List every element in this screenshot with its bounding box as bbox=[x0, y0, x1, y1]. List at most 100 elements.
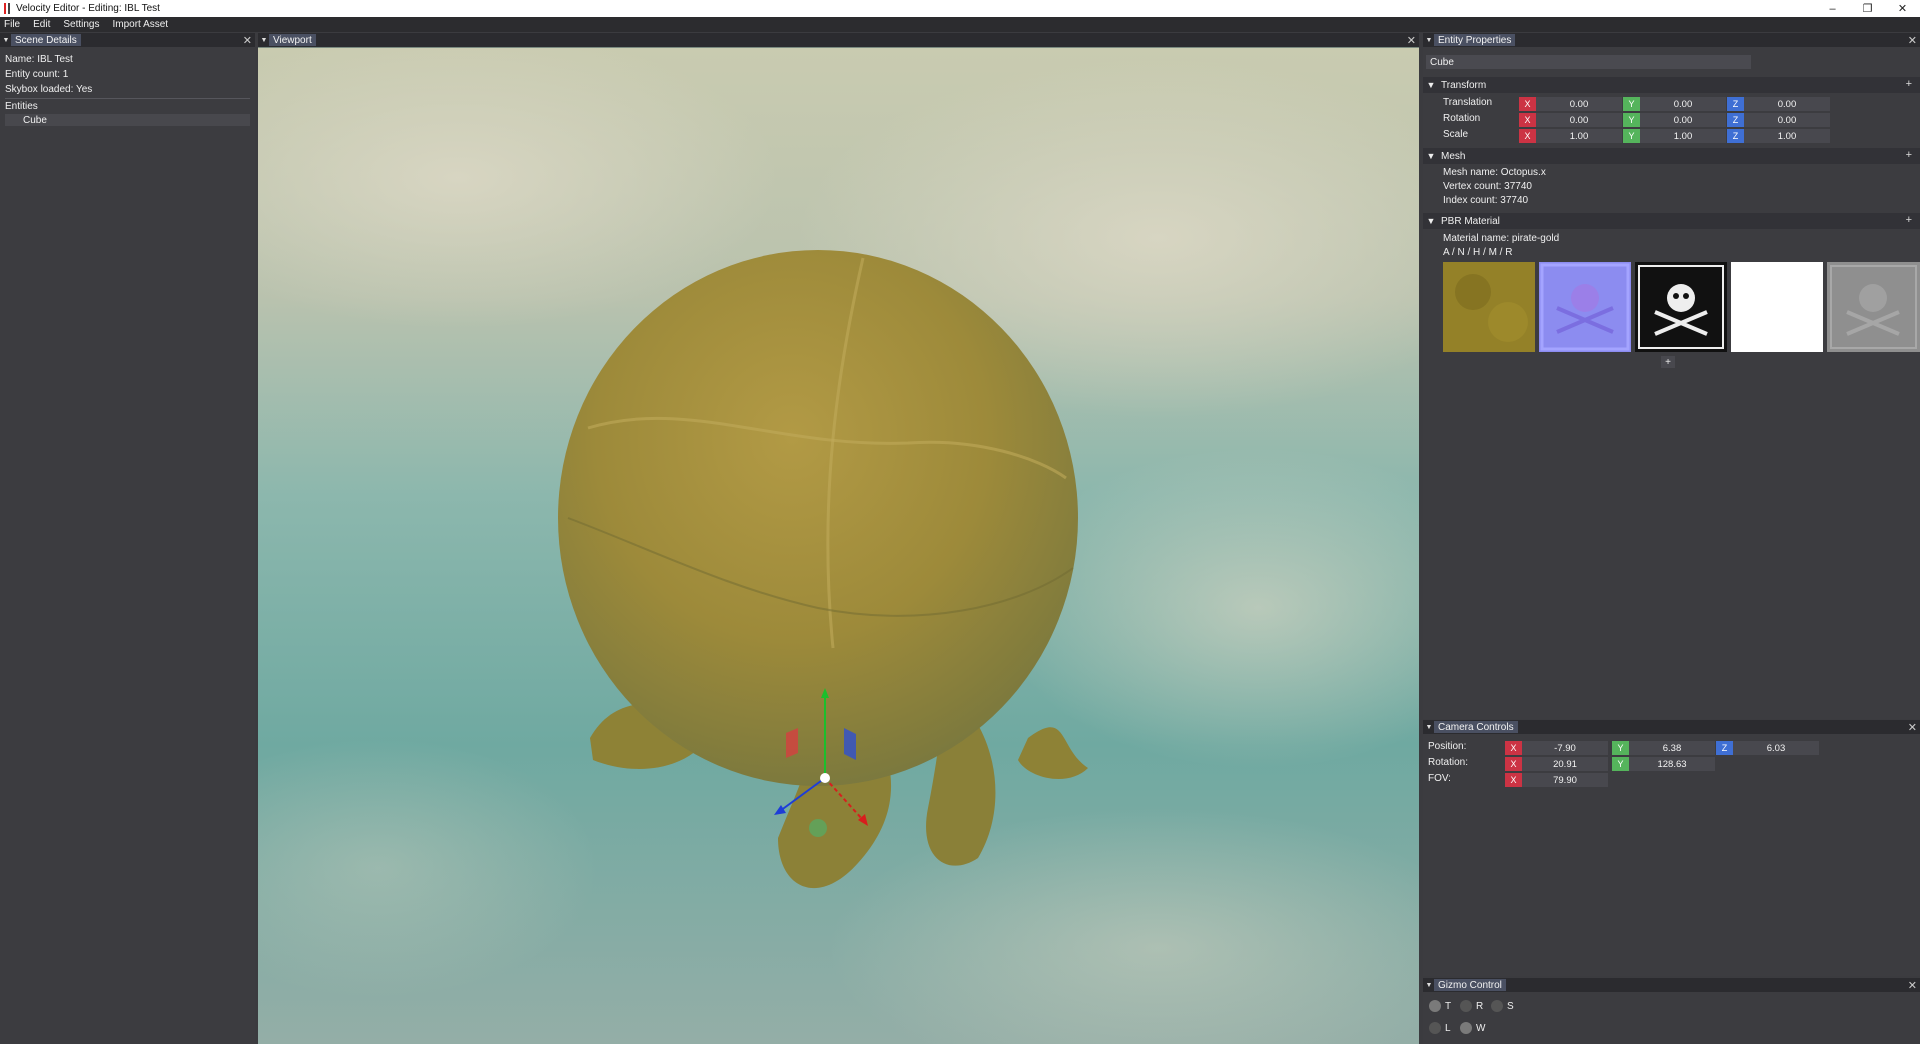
translation-x-field[interactable]: X 0.00 bbox=[1519, 97, 1622, 111]
translation-y-value[interactable]: 0.00 bbox=[1640, 97, 1726, 111]
entity-list-item-label[interactable]: Cube bbox=[23, 115, 47, 126]
entities-heading: Entities bbox=[5, 101, 38, 112]
rotation-y-value[interactable]: 0.00 bbox=[1640, 113, 1726, 127]
collapse-triangle-icon[interactable]: ▼ bbox=[1424, 33, 1434, 47]
x-axis-tag: X bbox=[1519, 129, 1536, 143]
scale-y-field[interactable]: Y 1.00 bbox=[1623, 129, 1726, 143]
camera-position-z-value[interactable]: 6.03 bbox=[1733, 741, 1819, 755]
translation-y-field[interactable]: Y 0.00 bbox=[1623, 97, 1726, 111]
close-icon[interactable]: ✕ bbox=[1908, 978, 1917, 992]
z-axis-tag: Z bbox=[1727, 129, 1744, 143]
z-axis-tag: Z bbox=[1716, 741, 1733, 755]
scene-details-panel: ▼ Scene Details ✕ Name: IBL Test Entity … bbox=[0, 33, 255, 1044]
panel-title[interactable]: Scene Details bbox=[11, 34, 81, 46]
add-icon[interactable]: + bbox=[1906, 214, 1912, 226]
rotation-x-value[interactable]: 0.00 bbox=[1536, 113, 1622, 127]
camera-position-x-value[interactable]: -7.90 bbox=[1522, 741, 1608, 755]
height-texture-thumbnail[interactable] bbox=[1635, 262, 1727, 352]
add-icon[interactable]: + bbox=[1906, 149, 1912, 161]
camera-position-z-field[interactable]: Z 6.03 bbox=[1716, 741, 1819, 755]
x-axis-tag: X bbox=[1519, 97, 1536, 111]
camera-position-label: Position: bbox=[1428, 741, 1467, 752]
panel-title[interactable]: Entity Properties bbox=[1434, 34, 1516, 46]
camera-rotation-x-value[interactable]: 20.91 bbox=[1522, 757, 1608, 771]
close-icon[interactable]: ✕ bbox=[1407, 33, 1416, 47]
panel-title[interactable]: Viewport bbox=[269, 34, 316, 46]
entity-count: Entity count: 1 bbox=[5, 69, 69, 80]
scale-y-value[interactable]: 1.00 bbox=[1640, 129, 1726, 143]
rotation-y-field[interactable]: Y 0.00 bbox=[1623, 113, 1726, 127]
close-icon[interactable]: ✕ bbox=[1908, 720, 1917, 734]
restore-button[interactable]: ❐ bbox=[1850, 0, 1885, 17]
add-icon[interactable]: + bbox=[1906, 78, 1912, 90]
rotation-z-field[interactable]: Z 0.00 bbox=[1727, 113, 1830, 127]
camera-fov-value[interactable]: 79.90 bbox=[1522, 773, 1608, 787]
add-texture-button[interactable]: + bbox=[1661, 356, 1675, 368]
menu-edit[interactable]: Edit bbox=[33, 19, 50, 30]
minimize-button[interactable]: – bbox=[1815, 0, 1850, 17]
gizmo-local-radio[interactable]: L bbox=[1429, 1022, 1451, 1034]
collapse-triangle-icon[interactable]: ▼ bbox=[1424, 720, 1434, 734]
y-axis-tag: Y bbox=[1623, 113, 1640, 127]
y-axis-tag: Y bbox=[1612, 741, 1629, 755]
camera-rotation-y-value[interactable]: 128.63 bbox=[1629, 757, 1715, 771]
radio-label: W bbox=[1476, 1022, 1486, 1034]
index-count: Index count: 37740 bbox=[1443, 195, 1529, 206]
roughness-texture-thumbnail[interactable] bbox=[1827, 262, 1920, 352]
rotation-x-field[interactable]: X 0.00 bbox=[1519, 113, 1622, 127]
collapse-triangle-icon[interactable]: ▼ bbox=[259, 33, 269, 47]
albedo-texture-thumbnail[interactable] bbox=[1443, 262, 1535, 352]
scene-render bbox=[258, 48, 1419, 1044]
menu-import-asset[interactable]: Import Asset bbox=[113, 19, 169, 30]
camera-rotation-x-field[interactable]: X 20.91 bbox=[1505, 757, 1608, 771]
y-axis-tag: Y bbox=[1623, 97, 1640, 111]
close-window-button[interactable]: ✕ bbox=[1885, 0, 1920, 17]
rotation-z-value[interactable]: 0.00 bbox=[1744, 113, 1830, 127]
translation-x-value[interactable]: 0.00 bbox=[1536, 97, 1622, 111]
radio-label: T bbox=[1445, 1000, 1452, 1012]
scale-x-field[interactable]: X 1.00 bbox=[1519, 129, 1622, 143]
translation-z-field[interactable]: Z 0.00 bbox=[1727, 97, 1830, 111]
camera-rotation-y-field[interactable]: Y 128.63 bbox=[1612, 757, 1715, 771]
gizmo-translate-radio[interactable]: T bbox=[1429, 1000, 1451, 1012]
camera-position-y-value[interactable]: 6.38 bbox=[1629, 741, 1715, 755]
menu-bar: File Edit Settings Import Asset bbox=[0, 17, 1920, 32]
camera-position-x-field[interactable]: X -7.90 bbox=[1505, 741, 1608, 755]
z-axis-tag: Z bbox=[1727, 97, 1744, 111]
translation-label: Translation bbox=[1443, 97, 1493, 108]
scale-z-field[interactable]: Z 1.00 bbox=[1727, 129, 1830, 143]
entity-name-input[interactable]: Cube bbox=[1426, 55, 1751, 69]
x-axis-tag: X bbox=[1505, 741, 1522, 755]
panel-title[interactable]: Gizmo Control bbox=[1434, 979, 1506, 991]
panel-title[interactable]: Camera Controls bbox=[1434, 721, 1518, 733]
pbr-material-header[interactable]: ▼ PBR Material + bbox=[1423, 213, 1920, 229]
close-icon[interactable]: ✕ bbox=[243, 33, 252, 47]
viewport-canvas[interactable] bbox=[258, 48, 1419, 1044]
material-name: Material name: pirate-gold bbox=[1443, 233, 1560, 244]
camera-fov-label: FOV: bbox=[1428, 773, 1451, 784]
mesh-name: Mesh name: Octopus.x bbox=[1443, 167, 1546, 178]
vertex-count: Vertex count: 37740 bbox=[1443, 181, 1532, 192]
scale-z-value[interactable]: 1.00 bbox=[1744, 129, 1830, 143]
metallic-texture-thumbnail[interactable] bbox=[1731, 262, 1823, 352]
menu-settings[interactable]: Settings bbox=[63, 19, 99, 30]
scale-x-value[interactable]: 1.00 bbox=[1536, 129, 1622, 143]
camera-fov-field[interactable]: X 79.90 bbox=[1505, 773, 1608, 787]
transform-header[interactable]: ▼ Transform + bbox=[1423, 77, 1920, 93]
collapse-triangle-icon[interactable]: ▼ bbox=[1, 33, 11, 47]
camera-rotation-label: Rotation: bbox=[1428, 757, 1469, 768]
collapse-triangle-icon[interactable]: ▼ bbox=[1424, 978, 1434, 992]
gizmo-world-radio[interactable]: W bbox=[1460, 1022, 1485, 1034]
pbr-material-title: PBR Material bbox=[1441, 215, 1500, 227]
translation-z-value[interactable]: 0.00 bbox=[1744, 97, 1830, 111]
z-axis-tag: Z bbox=[1727, 113, 1744, 127]
menu-file[interactable]: File bbox=[4, 19, 20, 30]
camera-position-y-field[interactable]: Y 6.38 bbox=[1612, 741, 1715, 755]
x-axis-tag: X bbox=[1519, 113, 1536, 127]
gizmo-rotate-radio[interactable]: R bbox=[1460, 1000, 1483, 1012]
normal-texture-thumbnail[interactable] bbox=[1539, 262, 1631, 352]
close-icon[interactable]: ✕ bbox=[1908, 33, 1917, 47]
rotation-label: Rotation bbox=[1443, 113, 1481, 124]
mesh-header[interactable]: ▼ Mesh + bbox=[1423, 148, 1920, 164]
gizmo-scale-radio[interactable]: S bbox=[1491, 1000, 1514, 1012]
